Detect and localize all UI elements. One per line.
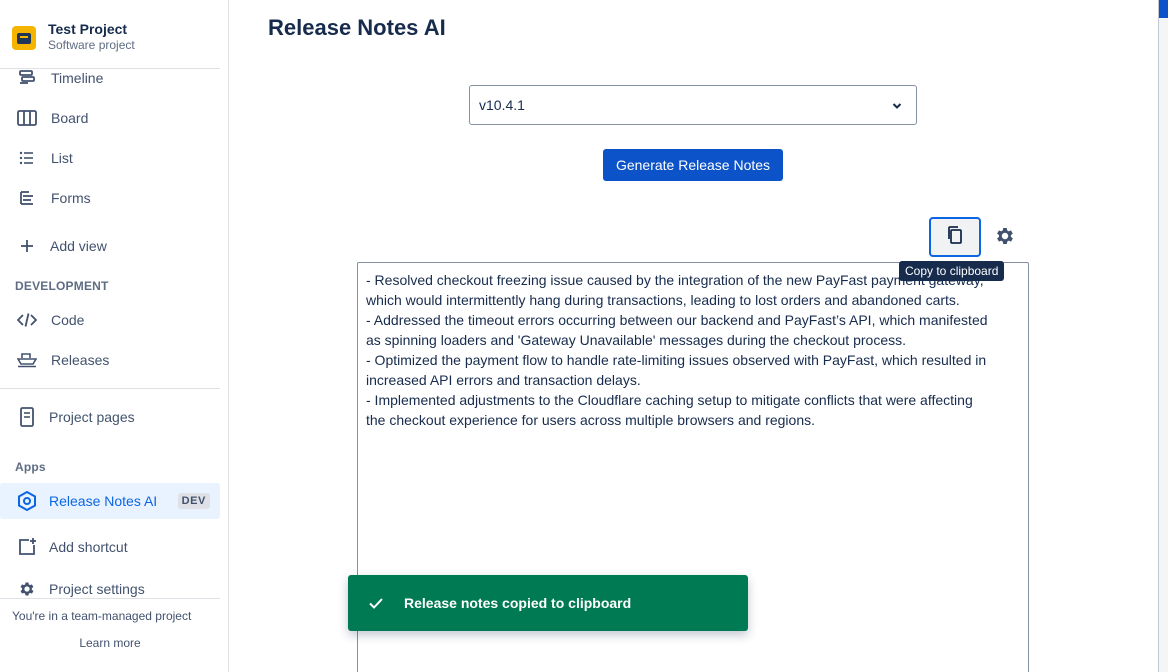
add-shortcut-button[interactable]: Add shortcut [0,529,220,565]
project-header[interactable]: Test Project Software project [0,0,220,69]
sidebar-item-release-notes-ai[interactable]: Release Notes AI DEV [0,483,220,519]
notes-line: - Optimized the payment flow to handle r… [366,352,987,368]
adjacent-window-header [1159,0,1168,18]
sidebar-item-releases[interactable]: Releases [0,342,220,378]
notes-line: as spinning loaders and 'Gateway Unavail… [366,332,906,348]
plus-icon [16,235,38,257]
sidebar-item-project-pages[interactable]: Project pages [0,399,220,435]
window-gap [1148,0,1158,672]
sidebar-item-label: List [51,150,73,166]
sidebar: Test Project Software project Timeline B… [0,0,229,672]
project-name: Test Project [48,21,128,37]
learn-more-link[interactable]: Learn more [0,636,220,650]
notes-line: increased API errors and transaction del… [366,372,641,388]
success-toast: Release notes copied to clipboard [348,575,748,631]
add-shortcut-icon [16,536,38,558]
sidebar-item-label: Project pages [49,409,135,425]
ship-icon [16,349,38,371]
gear-icon [16,578,38,600]
generate-release-notes-button[interactable]: Generate Release Notes [603,149,783,181]
page-icon [16,406,38,428]
code-icon [16,309,38,331]
sidebar-item-label: Timeline [51,70,104,86]
version-select-value: v10.4.1 [479,97,525,113]
sidebar-item-label: Board [51,110,89,126]
sidebar-item-list[interactable]: List [0,140,220,176]
checkmark-icon [368,595,384,611]
version-select[interactable]: v10.4.1 [469,85,917,125]
sidebar-item-label: Project settings [49,581,145,597]
forms-icon [16,187,38,209]
copy-tooltip: Copy to clipboard [899,261,1005,281]
toast-message: Release notes copied to clipboard [404,595,632,611]
list-icon [16,147,38,169]
page-title: Release Notes AI [268,15,446,40]
chevron-down-icon [890,99,904,113]
team-managed-text: You're in a team-managed project [12,609,192,623]
sidebar-item-timeline[interactable]: Timeline [0,60,220,96]
sidebar-item-label: Code [51,312,85,328]
board-icon [16,107,38,129]
notes-line: the checkout experience for users across… [366,412,815,428]
sidebar-item-label: Forms [51,190,91,206]
sidebar-item-label: Releases [51,352,110,368]
gear-icon [994,225,1016,252]
sidebar-item-label: Release Notes AI [49,493,158,509]
sidebar-item-code[interactable]: Code [0,302,220,338]
copy-icon [946,225,964,250]
add-view-button[interactable]: Add view [0,228,220,264]
notes-line: - Addressed the timeout errors occurring… [366,312,988,328]
app-window: Test Project Software project Timeline B… [0,0,1168,672]
copy-to-clipboard-button[interactable] [929,217,981,257]
sidebar-divider [0,388,220,389]
project-type: Software project [48,38,135,52]
hexagon-app-icon [16,490,38,512]
sidebar-item-label: Add view [50,238,107,254]
settings-button[interactable] [992,225,1018,251]
dev-badge: DEV [177,493,210,509]
sidebar-item-board[interactable]: Board [0,100,220,136]
sidebar-item-label: Add shortcut [49,539,128,555]
sidebar-item-forms[interactable]: Forms [0,180,220,216]
timeline-icon [16,67,38,89]
section-title-apps: Apps [15,460,46,474]
sidebar-footer: You're in a team-managed project Learn m… [0,598,220,672]
section-title-development: DEVELOPMENT [15,279,109,293]
adjacent-window-edge [1158,0,1168,672]
notes-line: which would intermittently hang during t… [366,292,960,308]
project-avatar [12,26,36,50]
notes-line: - Implemented adjustments to the Cloudfl… [366,392,973,408]
